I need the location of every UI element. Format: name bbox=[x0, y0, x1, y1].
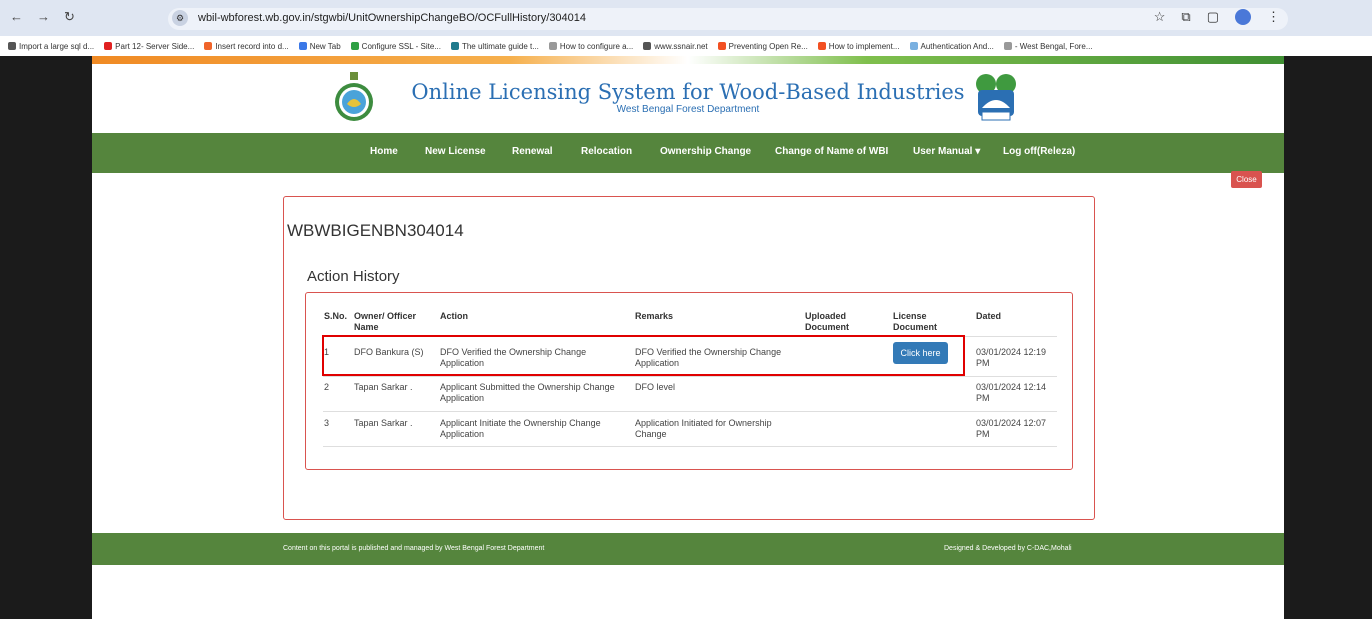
bookmark-item[interactable]: How to configure a... bbox=[548, 41, 634, 51]
bookmark-favicon-icon bbox=[350, 42, 359, 50]
nav-renewal[interactable]: Renewal bbox=[512, 146, 553, 157]
nav-user-manual[interactable]: User Manual ▾ bbox=[913, 146, 980, 157]
bookmark-item[interactable]: Authentication And... bbox=[909, 41, 994, 51]
header-dated: Dated bbox=[976, 311, 1002, 321]
row2-action: Applicant Submitted the Ownership Change… bbox=[440, 382, 615, 403]
bookmark-item[interactable]: Insert record into d... bbox=[204, 41, 289, 51]
nav-home[interactable]: Home bbox=[370, 146, 398, 157]
application-id-title: WBWBIGENBN304014 bbox=[287, 221, 464, 240]
header-uploaded-document: Uploaded Document bbox=[805, 311, 850, 332]
header-sno: S.No. bbox=[324, 311, 348, 321]
bookmark-label: www.ssnair.net bbox=[654, 41, 708, 51]
site-title: Online Licensing System for Wood-Based I… bbox=[411, 80, 965, 104]
bookmarks-bar: Import a large sql d... Part 12- Server S… bbox=[0, 36, 1372, 56]
nav-log-off[interactable]: Log off(Releza) bbox=[1003, 146, 1075, 157]
browser-nav-buttons: ← → ↻ bbox=[10, 9, 75, 25]
footer-left-text: Content on this portal is published and … bbox=[283, 545, 545, 552]
tricolor-strip bbox=[92, 56, 1284, 64]
row3-remarks: Application Initiated for Ownership Chan… bbox=[635, 418, 772, 439]
header-license-document: License Document bbox=[893, 311, 938, 332]
bookmark-item[interactable]: www.ssnair.net bbox=[643, 41, 708, 51]
bookmark-favicon-icon bbox=[909, 42, 918, 50]
reload-icon[interactable]: ↻ bbox=[64, 9, 75, 25]
row2-owner: Tapan Sarkar . bbox=[354, 382, 413, 392]
bookmark-star-icon[interactable]: ☆ bbox=[1154, 9, 1166, 25]
row-divider bbox=[323, 411, 1057, 412]
row3-sno: 3 bbox=[324, 418, 330, 428]
bookmark-item[interactable]: - West Bengal, Fore... bbox=[1003, 41, 1093, 51]
bookmark-favicon-icon bbox=[1003, 42, 1012, 50]
bookmark-label: Preventing Open Re... bbox=[728, 41, 808, 51]
row2-remarks: DFO level bbox=[635, 382, 676, 392]
site-header: Online Licensing System for Wood-Based I… bbox=[92, 64, 1284, 132]
bookmark-label: Part 12- Server Side... bbox=[115, 41, 195, 51]
back-icon[interactable]: ← bbox=[10, 9, 23, 25]
row2-dated: 03/01/2024 12:14 PM bbox=[976, 382, 1047, 403]
bookmark-item[interactable]: The ultimate guide t... bbox=[450, 41, 539, 51]
bookmark-item[interactable]: Part 12- Server Side... bbox=[104, 42, 194, 51]
site-footer: Content on this portal is published and … bbox=[92, 533, 1284, 565]
bookmark-item[interactable]: Configure SSL - Site... bbox=[350, 41, 441, 51]
nav-ownership-change[interactable]: Ownership Change bbox=[660, 146, 751, 157]
browser-toolbar: ← → ↻ ⚙ wbil-wbforest.wb.gov.in/stgwbi/U… bbox=[0, 0, 1372, 36]
bookmark-favicon-icon bbox=[548, 42, 557, 50]
highlight-annotation-box bbox=[322, 335, 965, 376]
bookmark-label: Authentication And... bbox=[920, 41, 994, 51]
main-navbar: Home New License Renewal Relocation Owne… bbox=[92, 133, 1284, 173]
bookmark-label: Import a large sql d... bbox=[19, 41, 95, 51]
header-remarks: Remarks bbox=[635, 311, 674, 321]
row3-owner: Tapan Sarkar . bbox=[354, 418, 413, 428]
bookmark-label: Configure SSL - Site... bbox=[361, 41, 441, 51]
bookmark-item[interactable]: Import a large sql d... bbox=[8, 42, 94, 51]
bookmark-item[interactable]: Preventing Open Re... bbox=[717, 41, 808, 51]
bookmark-favicon-icon bbox=[204, 42, 213, 50]
bookmark-favicon-icon bbox=[817, 42, 826, 50]
extensions-icon[interactable]: ⧉ bbox=[1181, 9, 1190, 25]
bookmark-favicon-icon bbox=[450, 42, 459, 50]
close-button[interactable]: Close bbox=[1231, 171, 1262, 188]
bookmark-favicon-icon bbox=[717, 42, 726, 50]
bookmark-favicon-icon bbox=[104, 42, 113, 50]
browser-actions: ☆ ⧉ ▢ ⋮ bbox=[1154, 9, 1280, 25]
bookmark-label: The ultimate guide t... bbox=[461, 41, 539, 51]
bookmark-label: Insert record into d... bbox=[215, 41, 289, 51]
forward-icon[interactable]: → bbox=[37, 9, 50, 25]
row3-dated: 03/01/2024 12:07 PM bbox=[976, 418, 1047, 439]
row3-action: Applicant Initiate the Ownership Change … bbox=[440, 418, 601, 439]
row1-dated: 03/01/2024 12:19 PM bbox=[976, 347, 1047, 368]
action-history-table: S.No. Owner/ Officer Name Action Remarks… bbox=[305, 292, 1073, 470]
bookmark-favicon-icon bbox=[298, 42, 307, 50]
side-panel-icon[interactable]: ▢ bbox=[1207, 9, 1219, 25]
nav-relocation[interactable]: Relocation bbox=[581, 146, 632, 157]
bookmark-label: - West Bengal, Fore... bbox=[1014, 41, 1093, 51]
menu-kebab-icon[interactable]: ⋮ bbox=[1267, 9, 1280, 25]
bookmark-item[interactable]: How to implement... bbox=[817, 41, 900, 51]
row-divider bbox=[323, 446, 1057, 447]
site-subtitle: West Bengal Forest Department bbox=[616, 104, 760, 115]
footer-right-text: Designed & Developed by C-DAC,Mohali bbox=[944, 545, 1072, 552]
row-divider bbox=[323, 376, 1057, 377]
forest-department-logo-icon bbox=[976, 74, 1016, 121]
profile-avatar-icon[interactable] bbox=[1235, 9, 1251, 25]
nav-change-of-name[interactable]: Change of Name of WBI bbox=[775, 146, 888, 157]
bookmark-favicon-icon bbox=[8, 42, 16, 50]
address-url[interactable]: wbil-wbforest.wb.gov.in/stgwbi/UnitOwner… bbox=[198, 12, 586, 24]
bookmark-favicon-icon bbox=[643, 42, 652, 50]
bookmark-label: How to implement... bbox=[828, 41, 900, 51]
header-owner: Owner/ Officer Name bbox=[354, 311, 417, 332]
row2-sno: 2 bbox=[324, 382, 330, 392]
bookmark-label: New Tab bbox=[309, 41, 341, 51]
site-info-icon[interactable]: ⚙ bbox=[172, 10, 188, 26]
header-action: Action bbox=[440, 311, 468, 321]
nav-new-license[interactable]: New License bbox=[425, 146, 486, 157]
bookmark-item[interactable]: New Tab bbox=[298, 41, 341, 51]
bookmark-label: How to configure a... bbox=[559, 41, 634, 51]
action-history-heading: Action History bbox=[307, 268, 400, 285]
